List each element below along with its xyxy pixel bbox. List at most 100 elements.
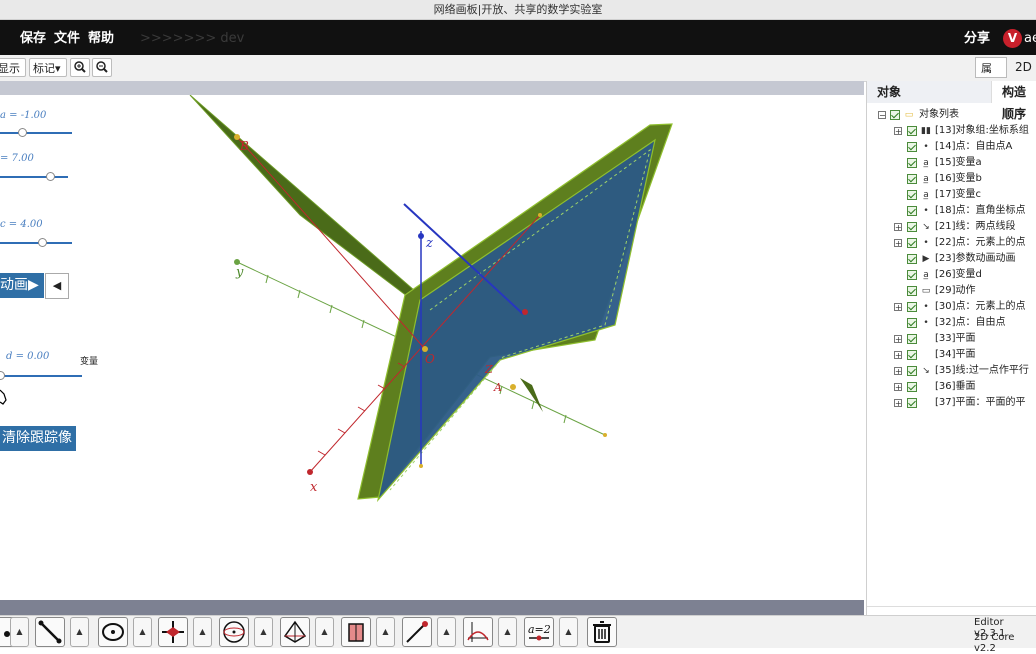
x-axis-end-point[interactable] [307,469,313,475]
point-a[interactable] [510,384,516,390]
tab-construction-order[interactable]: 构造顺序 [991,81,1036,121]
sphere-tool-dropdown-icon[interactable]: ▲ [254,617,273,647]
polyhedron-tool-button[interactable] [280,617,310,647]
checkbox-checked-icon[interactable] [907,270,917,280]
scene-3d[interactable]: B z y O Z A x [0,95,864,615]
prism-tool-button[interactable] [341,617,371,647]
line-tool-dropdown-icon[interactable]: ▲ [437,617,456,647]
tree-item[interactable]: + [36]垂面 [867,379,1036,395]
slider-c-knob[interactable] [38,238,47,247]
tree-item[interactable]: + ↘ [35]线:过一点作平行 [867,363,1036,379]
slider-d-track[interactable] [0,375,82,377]
expand-icon[interactable]: + [894,335,902,344]
point-z-bottom[interactable] [419,464,423,468]
trash-icon[interactable] [587,617,617,647]
tree-item[interactable]: + [37]平面：平面的平 [867,395,1036,411]
clear-trace-button[interactable]: 清除跟踪像 [0,426,76,451]
circle-tool-dropdown-icon[interactable]: ▲ [133,617,152,647]
slider-b-knob[interactable] [46,172,55,181]
checkbox-checked-icon[interactable] [907,302,917,312]
slider-c-track[interactable] [0,242,72,244]
mark-dropdown[interactable]: 标记▾ [29,58,67,77]
expand-icon[interactable]: + [894,399,902,408]
expand-icon[interactable]: + [894,351,902,360]
tree-item[interactable]: + • [30]点：元素上的点 [867,299,1036,315]
prism-tool-dropdown-icon[interactable]: ▲ [376,617,395,647]
z-axis-end-point[interactable] [418,233,424,239]
polyhedron-tool-dropdown-icon[interactable]: ▲ [315,617,334,647]
tree-item[interactable]: + [34]平面 [867,347,1036,363]
checkbox-checked-icon[interactable] [907,382,917,392]
point-tool-dropdown-icon[interactable]: ▲ [10,617,29,647]
checkbox-checked-icon[interactable] [907,190,917,200]
slider-a-knob[interactable] [18,128,27,137]
checkbox-checked-icon[interactable] [907,366,917,376]
user-name[interactable]: ae [1024,20,1036,57]
plane-blue[interactable] [376,138,656,503]
tree-item[interactable]: + ↘ [21]线：两点线段 [867,219,1036,235]
tree-item[interactable]: + • [22]点：元素上的点 [867,235,1036,251]
segment-b[interactable] [236,136,426,350]
checkbox-checked-icon[interactable] [907,222,917,232]
checkbox-checked-icon[interactable] [907,254,917,264]
tree-item[interactable]: ▶ [23]参数动画动画 [867,251,1036,267]
tree-item[interactable]: a̲ [17]变量c [867,187,1036,203]
mode-2d-tab[interactable]: 2D [1010,57,1036,78]
checkbox-checked-icon[interactable] [890,110,900,120]
tree-item[interactable]: • [32]点：自由点 [867,315,1036,331]
checkbox-checked-icon[interactable] [907,126,917,136]
point-red[interactable] [522,309,528,315]
function-tool-dropdown-icon[interactable]: ▲ [498,617,517,647]
circle-tool-button[interactable] [98,617,128,647]
graph-horizontal-scrollbar[interactable] [0,600,864,615]
intersect-tool-dropdown-icon[interactable]: ▲ [193,617,212,647]
expand-icon[interactable]: + [894,239,902,248]
zoom-out-icon[interactable] [92,58,112,77]
checkbox-checked-icon[interactable] [907,286,917,296]
checkbox-checked-icon[interactable] [907,398,917,408]
tree-item[interactable]: • [14]点：自由点A [867,139,1036,155]
expand-icon[interactable]: + [894,303,902,312]
user-logo-icon[interactable]: V [1003,29,1022,48]
checkbox-checked-icon[interactable] [907,238,917,248]
y-axis-far-point[interactable] [603,433,607,437]
sphere-tool-button[interactable] [219,617,249,647]
expand-icon[interactable]: + [894,383,902,392]
slider-b-track[interactable] [0,176,68,178]
collapse-icon[interactable]: − [878,111,886,120]
tree-item[interactable]: + [33]平面 [867,331,1036,347]
menu-file[interactable]: 文件 [54,20,80,57]
menu-help[interactable]: 帮助 [88,20,114,57]
checkbox-checked-icon[interactable] [907,334,917,344]
slider-a-track[interactable] [0,132,72,134]
tree-item[interactable]: ▭ [29]动作 [867,283,1036,299]
point-top[interactable] [538,213,542,217]
share-button[interactable]: 分享 [964,20,990,57]
checkbox-checked-icon[interactable] [907,142,917,152]
expand-icon[interactable]: + [894,367,902,376]
segment-tool-dropdown-icon[interactable]: ▲ [70,617,89,647]
show-dropdown[interactable]: 显示▾ [0,58,26,94]
tree-item[interactable]: • [18]点：直角坐标点 [867,203,1036,219]
checkbox-checked-icon[interactable] [907,158,917,168]
variable-tool-dropdown-icon[interactable]: ▲ [559,617,578,647]
checkbox-checked-icon[interactable] [907,174,917,184]
animate-back-button[interactable]: ◀ [45,273,69,299]
tree-item[interactable]: a̲ [16]变量b [867,171,1036,187]
segment-tool-button[interactable] [35,617,65,647]
tree-root[interactable]: − ▭ 对象列表 [867,107,1036,123]
zoom-in-icon[interactable] [70,58,90,77]
graph-canvas[interactable]: B z y O Z A x a = -1.00 = 7.00 c = 4.00 … [0,81,864,615]
menu-save[interactable]: 保存 [20,20,46,57]
function-tool-button[interactable] [463,617,493,647]
checkbox-checked-icon[interactable] [907,350,917,360]
tree-item[interactable]: + ▮▮ [13]对象组:坐标系组 [867,123,1036,139]
intersect-tool-button[interactable] [158,617,188,647]
animate-button[interactable]: 动画▶ [0,273,44,298]
line-tool-button[interactable] [402,617,432,647]
expand-icon[interactable]: + [894,223,902,232]
checkbox-checked-icon[interactable] [907,318,917,328]
tree-item[interactable]: a̲ [15]变量a [867,155,1036,171]
variable-tool-button[interactable]: a=2 [524,617,554,647]
tree-item[interactable]: a̲ [26]变量d [867,267,1036,283]
